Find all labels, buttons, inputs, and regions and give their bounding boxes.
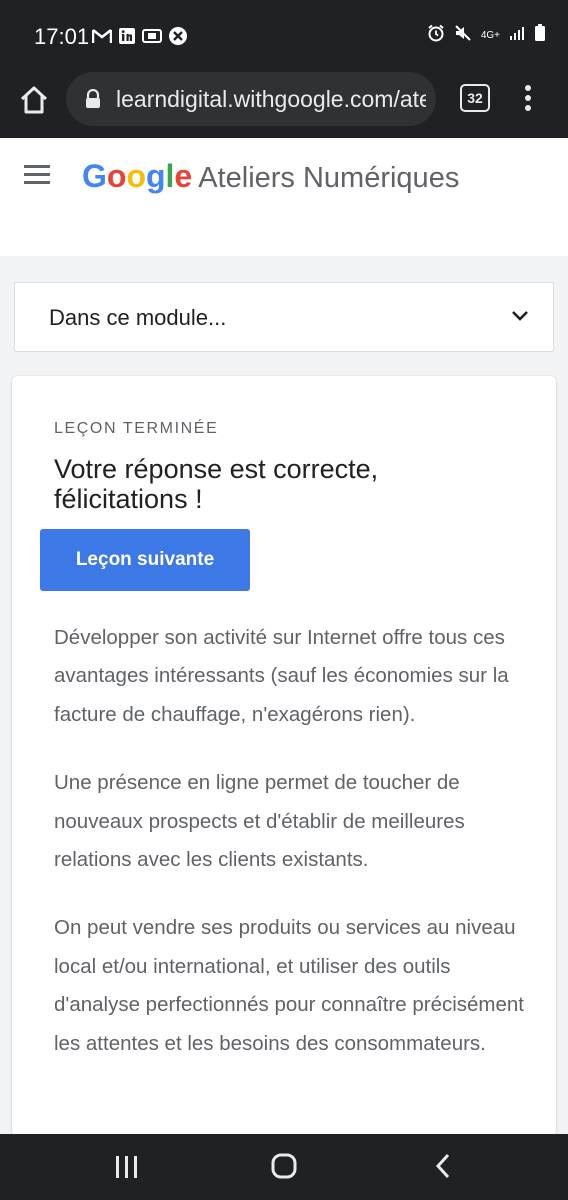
google-logo-letter: g [145, 158, 166, 194]
chevron-down-icon [511, 309, 529, 321]
browser-menu-button[interactable] [522, 84, 534, 114]
browser-toolbar: learndigital.withgoogle.com/ateliersnume… [0, 70, 568, 138]
gmail-icon [91, 28, 113, 49]
android-nav-bar [0, 1134, 568, 1200]
google-logo-letter: e [174, 158, 193, 194]
site-header: Google Ateliers Numériques [0, 138, 568, 214]
lesson-heading: Votre réponse est correcte, félicitation… [54, 454, 379, 514]
google-logo-letter: o [126, 158, 146, 194]
linkedin-icon [118, 27, 136, 50]
hamburger-menu-button[interactable] [24, 164, 52, 186]
back-button[interactable] [426, 1152, 462, 1182]
site-name: Ateliers Numériques [198, 162, 460, 194]
google-logo: Google [82, 158, 192, 194]
recent-apps-icon [116, 1156, 137, 1178]
home-icon [20, 86, 48, 114]
recent-apps-button[interactable] [108, 1152, 144, 1182]
status-time: 17:01 [34, 24, 90, 49]
lock-icon [84, 88, 102, 114]
cast-icon [142, 28, 162, 49]
google-logo-letter: o [106, 158, 127, 194]
lesson-paragraph: On peut vendre ses produits ou services … [54, 916, 524, 1055]
next-lesson-button[interactable]: Leçon suivante [40, 529, 250, 591]
module-dropdown[interactable]: Dans ce module... [14, 282, 554, 352]
mute-icon [454, 24, 472, 47]
more-vert-icon [525, 85, 531, 111]
x-close-icon [168, 26, 188, 51]
module-dropdown-label: Dans ce module... [49, 305, 227, 330]
url-text: learndigital.withgoogle.com/ateliersnume… [116, 86, 426, 112]
home-icon [271, 1153, 297, 1179]
hamburger-icon [24, 165, 50, 184]
address-bar[interactable]: learndigital.withgoogle.com/ateliersnume… [66, 72, 436, 126]
home-button[interactable] [18, 84, 50, 116]
lesson-body: Développer son activité sur Internet off… [54, 619, 524, 1093]
home-nav-button[interactable] [266, 1152, 302, 1182]
lesson-card: LEÇON TERMINÉE Votre réponse est correct… [12, 376, 556, 1136]
system-icons: 4G+ [427, 24, 546, 47]
signal-icon [509, 25, 525, 46]
network-4g-icon: 4G+ [480, 29, 500, 41]
battery-icon [534, 24, 546, 47]
status-bar: 17:01 4G+ [0, 0, 568, 70]
site-logo[interactable]: Google Ateliers Numériques [82, 158, 459, 196]
notification-icons [91, 26, 188, 51]
lesson-paragraph: Développer son activité sur Internet off… [54, 626, 509, 726]
lesson-paragraph: Une présence en ligne permet de toucher … [54, 771, 465, 872]
lesson-status: LEÇON TERMINÉE [54, 420, 219, 437]
back-icon [435, 1153, 450, 1179]
alarm-icon [427, 24, 445, 47]
google-logo-letter: G [82, 158, 107, 194]
tab-switcher-button[interactable]: 32 [460, 84, 490, 112]
header-spacer [0, 214, 568, 256]
